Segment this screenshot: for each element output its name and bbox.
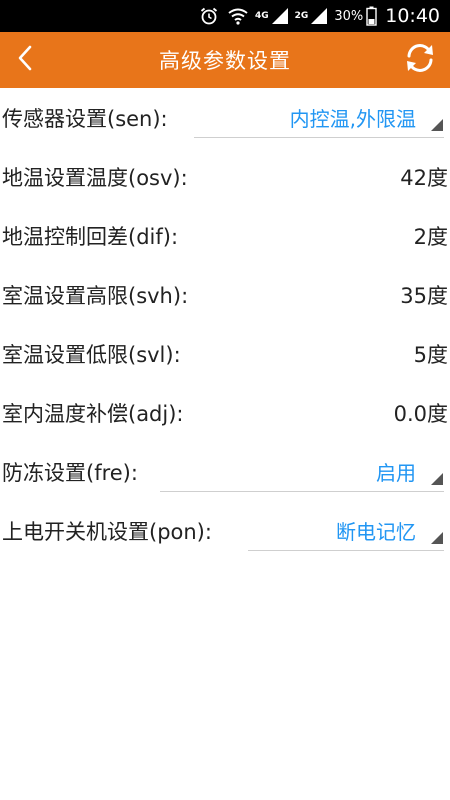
room-temp-adjust-value: 0.0度 bbox=[393, 401, 448, 426]
dropdown-corner-icon bbox=[431, 116, 443, 135]
alarm-clock-icon bbox=[199, 6, 219, 26]
battery-icon bbox=[366, 6, 377, 26]
antifreeze-setting-dropdown[interactable]: 启用 bbox=[160, 452, 444, 492]
floor-temp-diff-label: 地温控制回差(dif): bbox=[2, 224, 179, 249]
chevron-left-icon bbox=[15, 44, 35, 76]
signal-4g-icon bbox=[271, 7, 289, 25]
sensor-setting-row: 传感器设置(sen): 内控温,外限温 bbox=[0, 88, 450, 147]
antifreeze-setting-value: 启用 bbox=[376, 460, 416, 485]
room-temp-low-label: 室温设置低限(svl): bbox=[2, 342, 181, 367]
settings-list: 传感器设置(sen): 内控温,外限温 地温设置温度(osv): 42度 地温控… bbox=[0, 88, 450, 560]
refresh-button[interactable] bbox=[398, 32, 442, 88]
network-2g-label: 2G bbox=[294, 11, 309, 21]
power-on-setting-dropdown[interactable]: 断电记忆 bbox=[248, 511, 444, 551]
power-on-setting-row: 上电开关机设置(pon): 断电记忆 bbox=[0, 501, 450, 560]
sensor-setting-label: 传感器设置(sen): bbox=[2, 106, 168, 131]
floor-temp-setting-row[interactable]: 地温设置温度(osv): 42度 bbox=[0, 147, 450, 206]
battery-percent: 30% bbox=[334, 8, 364, 24]
sensor-setting-dropdown[interactable]: 内控温,外限温 bbox=[194, 98, 444, 138]
room-temp-high-value: 35度 bbox=[400, 283, 448, 308]
app-bar: 高级参数设置 bbox=[0, 32, 450, 88]
antifreeze-setting-row: 防冻设置(fre): 启用 bbox=[0, 442, 450, 501]
dropdown-corner-icon bbox=[431, 529, 443, 548]
power-on-setting-label: 上电开关机设置(pon): bbox=[2, 519, 212, 544]
room-temp-high-row[interactable]: 室温设置高限(svh): 35度 bbox=[0, 265, 450, 324]
dropdown-corner-icon bbox=[431, 470, 443, 489]
room-temp-low-value: 5度 bbox=[413, 342, 448, 367]
antifreeze-setting-label: 防冻设置(fre): bbox=[2, 460, 138, 485]
status-bar: 4G 2G 30% 10:40 bbox=[0, 0, 450, 32]
back-button[interactable] bbox=[0, 32, 50, 88]
room-temp-low-row[interactable]: 室温设置低限(svl): 5度 bbox=[0, 324, 450, 383]
power-on-setting-value: 断电记忆 bbox=[336, 519, 416, 544]
signal-2g-icon bbox=[310, 7, 328, 25]
network-4g-label: 4G bbox=[255, 11, 269, 21]
clock-time: 10:40 bbox=[385, 5, 440, 27]
floor-temp-setting-label: 地温设置温度(osv): bbox=[2, 165, 188, 190]
floor-temp-setting-value: 42度 bbox=[400, 165, 448, 190]
floor-temp-diff-value: 2度 bbox=[413, 224, 448, 249]
sensor-setting-value: 内控温,外限温 bbox=[289, 106, 416, 131]
floor-temp-diff-row[interactable]: 地温控制回差(dif): 2度 bbox=[0, 206, 450, 265]
room-temp-high-label: 室温设置高限(svh): bbox=[2, 283, 189, 308]
page-title: 高级参数设置 bbox=[159, 49, 291, 73]
room-temp-adjust-row[interactable]: 室内温度补偿(adj): 0.0度 bbox=[0, 383, 450, 442]
room-temp-adjust-label: 室内温度补偿(adj): bbox=[2, 401, 184, 426]
wifi-icon bbox=[227, 7, 249, 25]
refresh-icon bbox=[403, 41, 437, 79]
